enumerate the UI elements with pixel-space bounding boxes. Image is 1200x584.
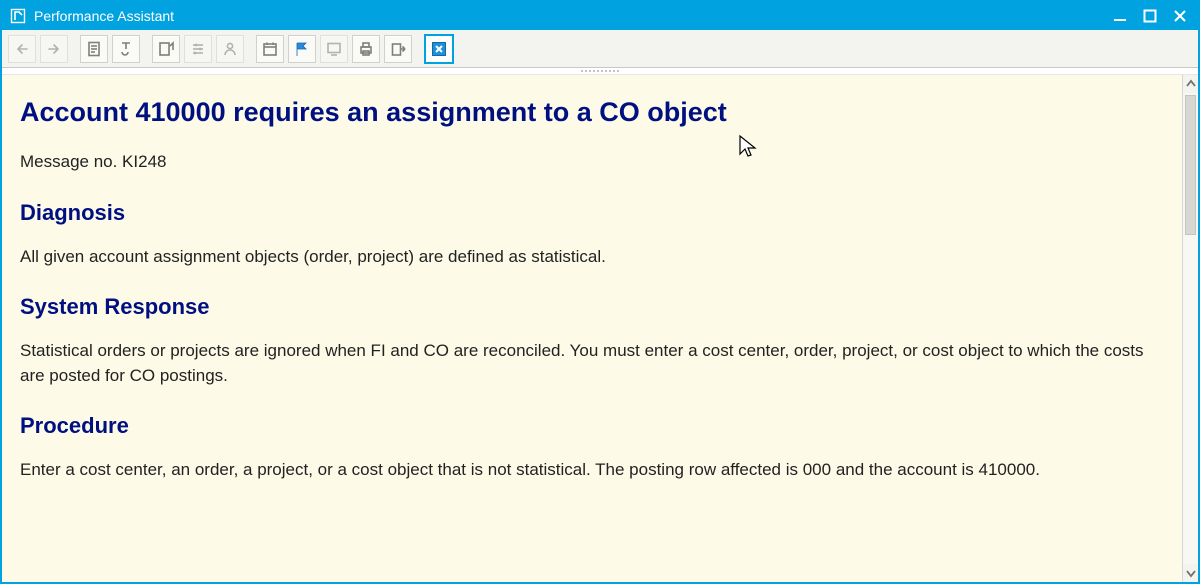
diagnosis-body: All given account assignment objects (or…: [20, 245, 1164, 270]
minimize-button[interactable]: [1110, 6, 1130, 26]
back-button: [8, 35, 36, 63]
screen-button: [320, 35, 348, 63]
scroll-up-button[interactable]: [1183, 75, 1198, 93]
content-pane: Account 410000 requires an assignment to…: [2, 74, 1198, 582]
document-icon: [85, 40, 103, 58]
document-button[interactable]: [80, 35, 108, 63]
page-up-button[interactable]: [152, 35, 180, 63]
vertical-scrollbar[interactable]: [1182, 75, 1198, 582]
sliders-icon: [189, 40, 207, 58]
arrow-left-icon: [13, 40, 31, 58]
print-button[interactable]: [352, 35, 380, 63]
toolbar: [2, 30, 1198, 68]
customize-button: [184, 35, 212, 63]
window-title: Performance Assistant: [34, 8, 174, 24]
scroll-track[interactable]: [1183, 93, 1198, 564]
export-icon: [389, 40, 407, 58]
procedure-heading: Procedure: [20, 410, 1164, 442]
forward-button: [40, 35, 68, 63]
export-button[interactable]: [384, 35, 412, 63]
calendar-icon: [261, 40, 279, 58]
titlebar: Performance Assistant: [2, 2, 1198, 30]
message-number: Message no. KI248: [20, 150, 1164, 175]
procedure-body: Enter a cost center, an order, a project…: [20, 458, 1164, 483]
scroll-down-button[interactable]: [1183, 564, 1198, 582]
message-title: Account 410000 requires an assignment to…: [20, 93, 1164, 132]
printer-icon: [357, 40, 375, 58]
system-response-body: Statistical orders or projects are ignor…: [20, 339, 1164, 388]
diagnosis-heading: Diagnosis: [20, 197, 1164, 229]
close-help-button[interactable]: [424, 34, 454, 64]
bookmark-button[interactable]: [288, 35, 316, 63]
wrench-t-icon: [117, 40, 135, 58]
close-window-button[interactable]: [1170, 6, 1190, 26]
help-content: Account 410000 requires an assignment to…: [2, 75, 1182, 582]
performance-assistant-window: Performance Assistant Account 410000 req…: [0, 0, 1200, 584]
person-icon: [221, 40, 239, 58]
user-button: [216, 35, 244, 63]
calendar-button[interactable]: [256, 35, 284, 63]
app-icon: [10, 8, 26, 24]
scroll-thumb[interactable]: [1185, 95, 1196, 235]
system-response-heading: System Response: [20, 291, 1164, 323]
flag-icon: [293, 40, 311, 58]
page-arrow-icon: [157, 40, 175, 58]
arrow-right-icon: [45, 40, 63, 58]
close-box-icon: [430, 40, 448, 58]
maximize-button[interactable]: [1140, 6, 1160, 26]
technical-info-button[interactable]: [112, 35, 140, 63]
screen-icon: [325, 40, 343, 58]
window-controls: [1110, 6, 1190, 26]
